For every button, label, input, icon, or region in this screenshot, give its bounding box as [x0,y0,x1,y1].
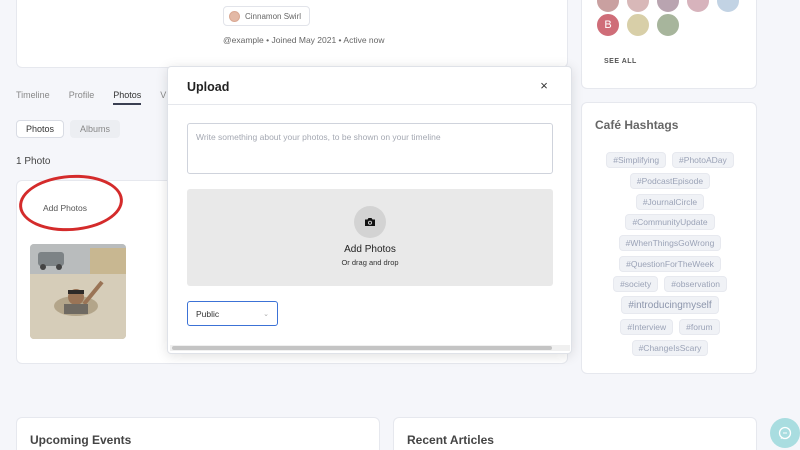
modal-scrollbar[interactable] [170,345,570,351]
hashtags-card: Café Hashtags #Simplifying #PhotoADay #P… [581,102,757,374]
hashtag-pill[interactable]: #PhotoADay [672,152,734,168]
photo-count: 1 Photo [16,156,51,167]
add-photos-link[interactable]: Add Photos [43,203,87,213]
chat-button[interactable] [770,418,800,448]
hashtag-row: #introducingmyself [582,296,758,314]
hashtag-pill[interactable]: #PodcastEpisode [629,173,711,189]
hashtag-pill[interactable]: #Simplifying [606,152,667,168]
hashtags-title: Café Hashtags [595,118,679,132]
photo-thumbnail[interactable] [30,244,126,339]
recent-articles-card: Recent Articles [393,417,757,450]
hashtag-row: #society #observation [582,276,758,292]
upcoming-events-title: Upcoming Events [30,433,132,447]
profile-tabs: Timeline Profile Photos V [16,90,185,105]
hashtag-row: #JournalCircle [582,194,758,210]
photo-dropzone[interactable]: Add Photos Or drag and drop [187,189,553,286]
subtab-albums[interactable]: Albums [70,120,121,138]
upcoming-events-card: Upcoming Events [16,417,380,450]
member-avatar[interactable] [685,0,711,14]
profile-badge-label: Cinnamon Swirl [245,11,302,21]
chat-icon [778,426,792,440]
privacy-select[interactable]: Public ⌄ [187,301,278,326]
profile-header-card: Cinnamon Swirl @example • Joined May 202… [16,0,568,68]
modal-title: Upload [187,80,230,94]
tab-profile[interactable]: Profile [69,90,95,100]
hashtag-pill[interactable]: #ChangeIsScary [631,340,709,356]
tab-videos[interactable]: V [160,90,166,100]
member-avatar-initial[interactable]: B [595,12,621,38]
modal-header: Upload × [168,67,571,105]
hashtag-pill[interactable]: #JournalCircle [635,194,705,210]
hashtag-row: #QuestionForTheWeek [582,256,758,272]
hashtag-pill[interactable]: #forum [679,319,720,335]
member-avatar[interactable] [625,12,651,38]
hashtag-row: #ChangeIsScary [582,340,758,356]
privacy-value: Public [196,308,220,319]
photo-subtabs: Photos Albums [16,120,121,138]
dropzone-subtitle: Or drag and drop [341,258,399,267]
hashtag-pill[interactable]: #QuestionForTheWeek [619,256,721,272]
photo-image [30,244,126,339]
recent-articles-title: Recent Articles [407,433,494,447]
hashtag-pill[interactable]: #Interview [620,319,674,335]
hashtag-pill[interactable]: #observation [664,276,727,292]
member-avatar[interactable] [655,12,681,38]
close-icon[interactable]: × [537,78,551,93]
hashtag-row: #CommunityUpdate [582,214,758,230]
see-all-link[interactable]: SEE ALL [604,58,637,65]
hashtag-row: #WhenThingsGoWrong [582,235,758,251]
hashtag-row: #Simplifying #PhotoADay [582,152,758,168]
profile-badge[interactable]: Cinnamon Swirl [223,6,311,26]
hashtag-row: #Interview #forum [582,319,758,335]
hashtag-pill[interactable]: #CommunityUpdate [625,214,715,230]
camera-icon [354,206,386,238]
badge-icon [229,10,240,22]
subtab-photos[interactable]: Photos [16,120,65,138]
hashtag-pill[interactable]: #WhenThingsGoWrong [618,235,722,251]
tab-timeline[interactable]: Timeline [16,90,50,100]
members-card: B SEE ALL [581,0,757,89]
member-avatar[interactable] [715,0,741,14]
hashtag-pill[interactable]: #society [613,276,659,292]
tab-photos[interactable]: Photos [113,90,142,105]
profile-meta: @example • Joined May 2021 • Active now [223,35,385,45]
photo-caption-input[interactable] [187,123,553,174]
hashtag-pill[interactable]: #introducingmyself [621,296,719,314]
dropzone-title: Add Photos [344,244,396,255]
hashtag-row: #PodcastEpisode [582,173,758,189]
chevron-down-icon: ⌄ [263,310,269,318]
upload-modal: Upload × Add Photos Or drag and drop Pub… [167,66,572,354]
scrollbar-thumb[interactable] [172,346,552,350]
